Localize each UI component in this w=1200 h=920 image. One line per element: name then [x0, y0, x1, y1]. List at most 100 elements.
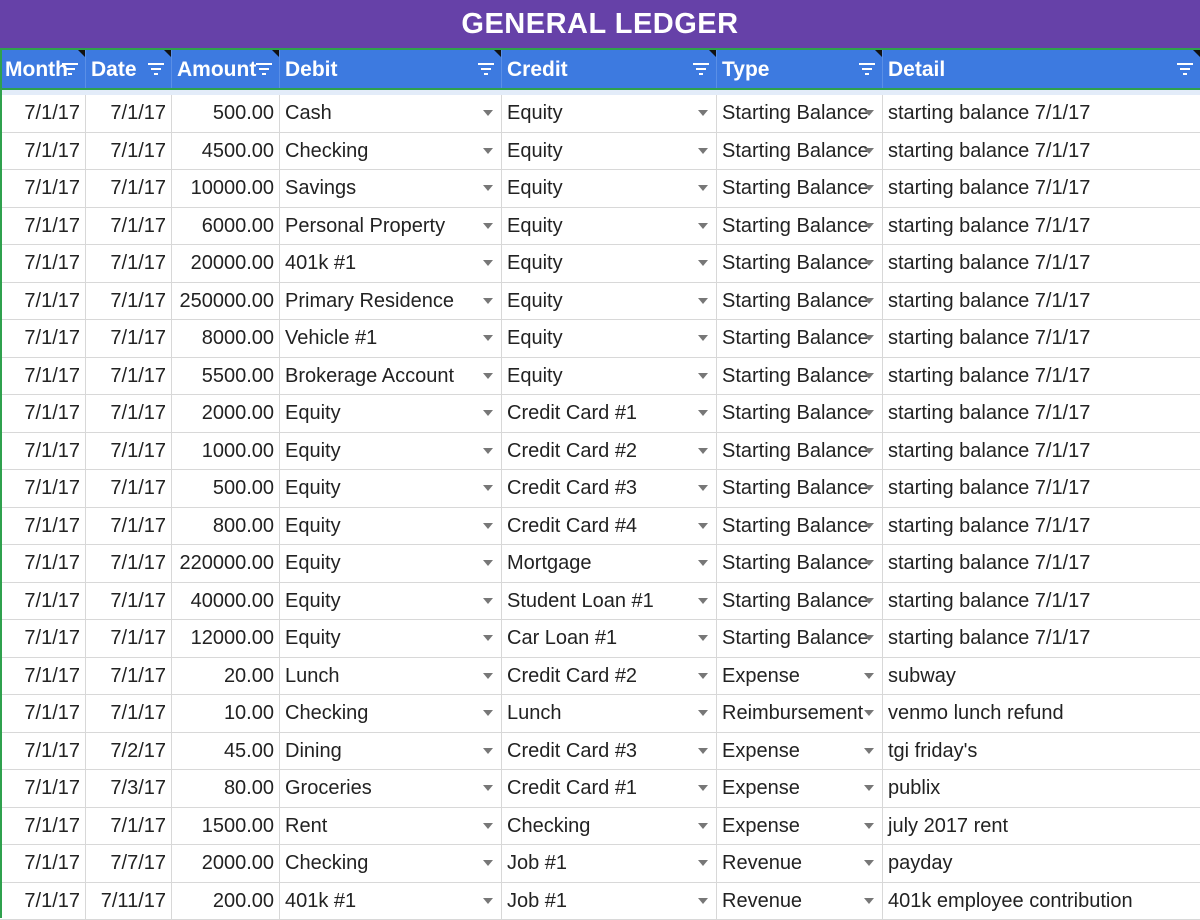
dropdown-arrow-icon[interactable] — [698, 860, 708, 866]
cell-month[interactable]: 7/1/17 — [0, 170, 86, 207]
dropdown-arrow-icon[interactable] — [483, 523, 493, 529]
ledger-title[interactable]: GENERAL LEDGER — [0, 0, 1200, 48]
cell-debit[interactable]: Checking — [280, 695, 502, 732]
cell-month[interactable]: 7/1/17 — [0, 283, 86, 320]
cell-debit[interactable]: 401k #1 — [280, 883, 502, 920]
cell-date[interactable]: 7/2/17 — [86, 733, 172, 770]
cell-detail[interactable]: starting balance 7/1/17 — [883, 170, 1200, 207]
column-header-amount[interactable]: Amount — [172, 50, 280, 88]
cell-debit[interactable]: Groceries — [280, 770, 502, 807]
dropdown-arrow-icon[interactable] — [483, 448, 493, 454]
cell-amount[interactable]: 20000.00 — [172, 245, 280, 282]
dropdown-arrow-icon[interactable] — [698, 823, 708, 829]
cell-credit[interactable]: Equity — [502, 95, 717, 132]
dropdown-arrow-icon[interactable] — [698, 748, 708, 754]
dropdown-arrow-icon[interactable] — [864, 560, 874, 566]
dropdown-arrow-icon[interactable] — [698, 335, 708, 341]
dropdown-arrow-icon[interactable] — [698, 110, 708, 116]
cell-amount[interactable]: 5500.00 — [172, 358, 280, 395]
cell-debit[interactable]: 401k #1 — [280, 245, 502, 282]
cell-amount[interactable]: 45.00 — [172, 733, 280, 770]
column-header-credit[interactable]: Credit — [502, 50, 717, 88]
cell-credit[interactable]: Equity — [502, 208, 717, 245]
cell-type[interactable]: Revenue — [717, 883, 883, 920]
cell-type[interactable]: Revenue — [717, 845, 883, 882]
cell-type[interactable]: Starting Balance — [717, 320, 883, 357]
dropdown-arrow-icon[interactable] — [483, 110, 493, 116]
dropdown-arrow-icon[interactable] — [483, 898, 493, 904]
dropdown-arrow-icon[interactable] — [864, 185, 874, 191]
cell-detail[interactable]: starting balance 7/1/17 — [883, 208, 1200, 245]
dropdown-arrow-icon[interactable] — [483, 860, 493, 866]
cell-detail[interactable]: starting balance 7/1/17 — [883, 283, 1200, 320]
cell-month[interactable]: 7/1/17 — [0, 658, 86, 695]
cell-date[interactable]: 7/3/17 — [86, 770, 172, 807]
dropdown-arrow-icon[interactable] — [483, 335, 493, 341]
cell-amount[interactable]: 40000.00 — [172, 583, 280, 620]
cell-type[interactable]: Expense — [717, 770, 883, 807]
cell-type[interactable]: Expense — [717, 658, 883, 695]
dropdown-arrow-icon[interactable] — [864, 148, 874, 154]
filter-icon[interactable] — [477, 59, 495, 79]
cell-amount[interactable]: 500.00 — [172, 470, 280, 507]
cell-amount[interactable]: 8000.00 — [172, 320, 280, 357]
cell-date[interactable]: 7/1/17 — [86, 283, 172, 320]
cell-type[interactable]: Starting Balance — [717, 433, 883, 470]
cell-type[interactable]: Starting Balance — [717, 545, 883, 582]
cell-date[interactable]: 7/1/17 — [86, 245, 172, 282]
cell-amount[interactable]: 12000.00 — [172, 620, 280, 657]
cell-date[interactable]: 7/1/17 — [86, 658, 172, 695]
dropdown-arrow-icon[interactable] — [864, 673, 874, 679]
cell-date[interactable]: 7/1/17 — [86, 208, 172, 245]
cell-date[interactable]: 7/1/17 — [86, 583, 172, 620]
column-header-type[interactable]: Type — [717, 50, 883, 88]
cell-debit[interactable]: Equity — [280, 470, 502, 507]
cell-month[interactable]: 7/1/17 — [0, 358, 86, 395]
cell-month[interactable]: 7/1/17 — [0, 545, 86, 582]
cell-debit[interactable]: Equity — [280, 545, 502, 582]
dropdown-arrow-icon[interactable] — [483, 748, 493, 754]
cell-credit[interactable]: Credit Card #1 — [502, 770, 717, 807]
cell-month[interactable]: 7/1/17 — [0, 245, 86, 282]
cell-date[interactable]: 7/1/17 — [86, 620, 172, 657]
dropdown-arrow-icon[interactable] — [698, 185, 708, 191]
cell-amount[interactable]: 250000.00 — [172, 283, 280, 320]
dropdown-arrow-icon[interactable] — [698, 560, 708, 566]
cell-month[interactable]: 7/1/17 — [0, 808, 86, 845]
cell-month[interactable]: 7/1/17 — [0, 470, 86, 507]
cell-credit[interactable]: Equity — [502, 245, 717, 282]
cell-detail[interactable]: venmo lunch refund — [883, 695, 1200, 732]
dropdown-arrow-icon[interactable] — [698, 223, 708, 229]
dropdown-arrow-icon[interactable] — [483, 410, 493, 416]
dropdown-arrow-icon[interactable] — [864, 373, 874, 379]
dropdown-arrow-icon[interactable] — [483, 785, 493, 791]
cell-date[interactable]: 7/11/17 — [86, 883, 172, 920]
dropdown-arrow-icon[interactable] — [698, 785, 708, 791]
cell-detail[interactable]: payday — [883, 845, 1200, 882]
cell-date[interactable]: 7/1/17 — [86, 358, 172, 395]
dropdown-arrow-icon[interactable] — [483, 598, 493, 604]
cell-month[interactable]: 7/1/17 — [0, 695, 86, 732]
cell-credit[interactable]: Equity — [502, 133, 717, 170]
cell-detail[interactable]: starting balance 7/1/17 — [883, 433, 1200, 470]
cell-month[interactable]: 7/1/17 — [0, 883, 86, 920]
cell-debit[interactable]: Savings — [280, 170, 502, 207]
cell-credit[interactable]: Lunch — [502, 695, 717, 732]
dropdown-arrow-icon[interactable] — [483, 710, 493, 716]
cell-detail[interactable]: starting balance 7/1/17 — [883, 245, 1200, 282]
dropdown-arrow-icon[interactable] — [698, 373, 708, 379]
cell-detail[interactable]: starting balance 7/1/17 — [883, 133, 1200, 170]
cell-month[interactable]: 7/1/17 — [0, 133, 86, 170]
cell-credit[interactable]: Equity — [502, 283, 717, 320]
dropdown-arrow-icon[interactable] — [698, 598, 708, 604]
dropdown-arrow-icon[interactable] — [483, 148, 493, 154]
cell-amount[interactable]: 10000.00 — [172, 170, 280, 207]
cell-detail[interactable]: starting balance 7/1/17 — [883, 358, 1200, 395]
cell-month[interactable]: 7/1/17 — [0, 433, 86, 470]
dropdown-arrow-icon[interactable] — [698, 710, 708, 716]
cell-credit[interactable]: Credit Card #1 — [502, 395, 717, 432]
cell-month[interactable]: 7/1/17 — [0, 320, 86, 357]
cell-detail[interactable]: subway — [883, 658, 1200, 695]
cell-amount[interactable]: 80.00 — [172, 770, 280, 807]
cell-debit[interactable]: Dining — [280, 733, 502, 770]
